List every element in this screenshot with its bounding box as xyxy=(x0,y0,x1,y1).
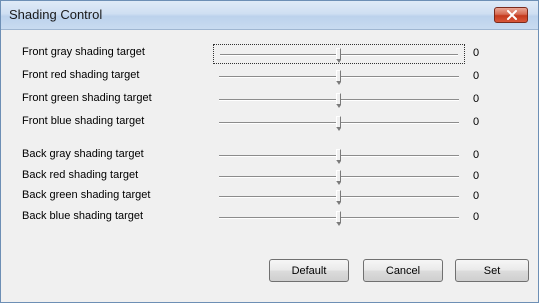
slider-row-back-red: Back red shading target 0 xyxy=(1,167,538,187)
back-blue-slider[interactable] xyxy=(213,208,465,228)
title-bar[interactable]: Shading Control xyxy=(1,1,538,30)
slider-row-back-green: Back green shading target 0 xyxy=(1,187,538,207)
slider-label: Front blue shading target xyxy=(22,115,145,127)
slider-thumb[interactable] xyxy=(336,149,341,164)
slider-thumb[interactable] xyxy=(336,48,341,63)
slider-thumb[interactable] xyxy=(336,70,341,85)
slider-value: 0 xyxy=(473,190,480,202)
slider-row-front-red: Front red shading target 0 xyxy=(1,67,538,87)
front-red-slider[interactable] xyxy=(213,67,465,87)
slider-row-front-gray: Front gray shading target 0 xyxy=(1,44,538,64)
slider-value: 0 xyxy=(473,170,480,182)
slider-thumb[interactable] xyxy=(336,116,341,131)
front-green-slider[interactable] xyxy=(213,90,465,110)
dialog-content: Front gray shading target 0 Front red sh… xyxy=(1,30,538,302)
slider-label: Back gray shading target xyxy=(22,148,144,160)
default-button[interactable]: Default xyxy=(269,259,349,282)
slider-value: 0 xyxy=(473,211,480,223)
slider-row-front-blue: Front blue shading target 0 xyxy=(1,113,538,133)
back-green-slider[interactable] xyxy=(213,187,465,207)
slider-value: 0 xyxy=(473,93,480,105)
front-gray-slider[interactable] xyxy=(213,44,465,64)
slider-label: Front gray shading target xyxy=(22,46,145,58)
slider-value: 0 xyxy=(473,149,480,161)
front-blue-slider[interactable] xyxy=(213,113,465,133)
slider-thumb[interactable] xyxy=(336,170,341,185)
slider-thumb[interactable] xyxy=(336,211,341,226)
cancel-button[interactable]: Cancel xyxy=(363,259,443,282)
slider-value: 0 xyxy=(473,116,480,128)
slider-thumb[interactable] xyxy=(336,93,341,108)
slider-row-front-green: Front green shading target 0 xyxy=(1,90,538,110)
shading-control-dialog: Shading Control Front gray shading targe… xyxy=(0,0,539,303)
back-gray-slider[interactable] xyxy=(213,146,465,166)
slider-row-back-gray: Back gray shading target 0 xyxy=(1,146,538,166)
close-icon xyxy=(507,10,517,20)
slider-label: Front red shading target xyxy=(22,69,140,81)
slider-label: Back blue shading target xyxy=(22,210,144,222)
set-button[interactable]: Set xyxy=(455,259,529,282)
close-button[interactable] xyxy=(494,7,528,23)
slider-row-back-blue: Back blue shading target 0 xyxy=(1,208,538,228)
slider-label: Back green shading target xyxy=(22,189,151,201)
back-red-slider[interactable] xyxy=(213,167,465,187)
slider-thumb[interactable] xyxy=(336,190,341,205)
slider-value: 0 xyxy=(473,70,480,82)
slider-label: Front green shading target xyxy=(22,92,152,104)
window-title: Shading Control xyxy=(9,7,103,22)
slider-value: 0 xyxy=(473,47,480,59)
slider-label: Back red shading target xyxy=(22,169,139,181)
